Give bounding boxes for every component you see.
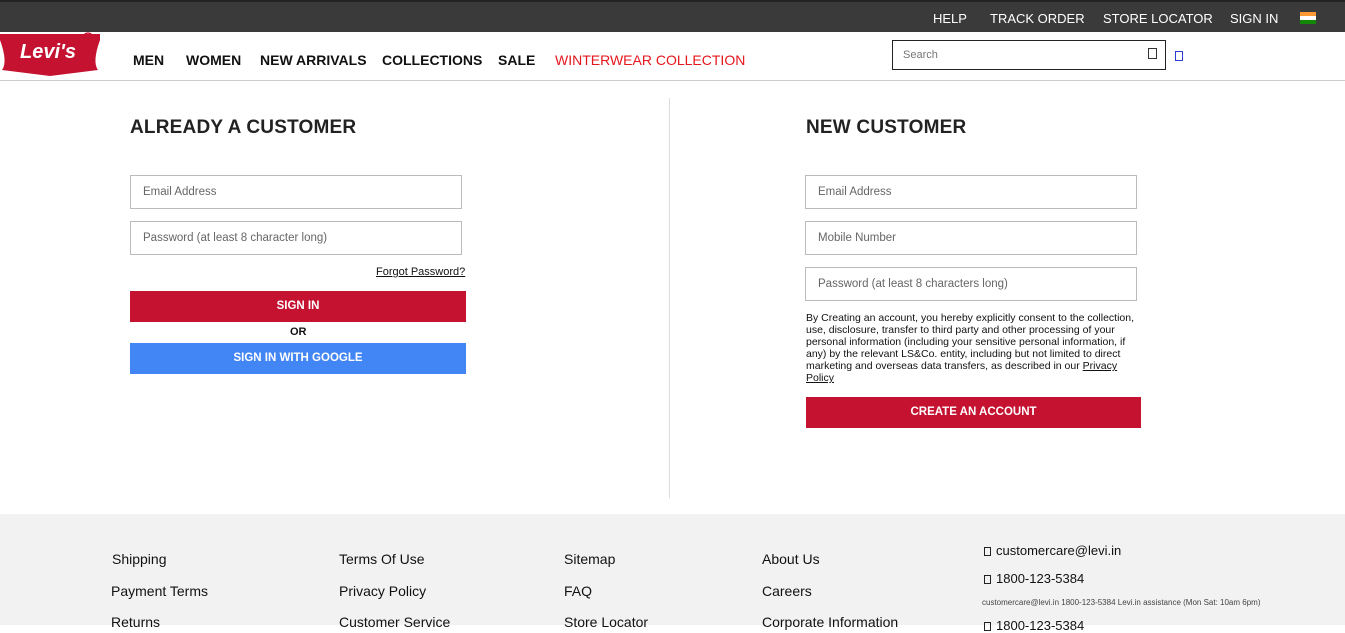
nav-winterwear-collection[interactable]: WINTERWEAR COLLECTION [555,52,745,68]
footer-phone2-text: 1800-123-5384 [996,618,1085,633]
footer: Shipping Payment Terms Returns Terms Of … [0,514,1345,633]
register-mobile-field [805,221,1137,255]
footer-link-payment-terms[interactable]: Payment Terms [111,583,208,599]
register-email-input[interactable] [806,176,1136,208]
footer-phone-text: 1800-123-5384 [996,571,1085,586]
main-header: Levi's MEN WOMEN NEW ARRIVALS COLLECTION… [0,32,1345,81]
register-email-field [805,175,1137,209]
nav-women[interactable]: WOMEN [186,52,241,68]
footer-link-terms-of-use[interactable]: Terms Of Use [339,551,425,567]
footer-link-shipping[interactable]: Shipping [112,551,167,567]
footer-link-about-us[interactable]: About Us [762,551,820,567]
sign-in-link[interactable]: SIGN IN [1230,11,1278,26]
consent-text: By Creating an account, you hereby expli… [806,312,1146,384]
create-account-button[interactable]: CREATE AN ACCOUNT [806,397,1141,428]
login-email-field [130,175,462,209]
login-title: ALREADY A CUSTOMER [130,117,357,138]
footer-email[interactable]: customercare@levi.in [984,543,1121,558]
login-email-input[interactable] [131,176,461,208]
register-mobile-input[interactable] [806,222,1136,254]
search-box [892,40,1166,70]
nav-sale[interactable]: SALE [498,52,535,68]
email-icon [984,547,991,557]
google-sign-in-button[interactable]: SIGN IN WITH GOOGLE [130,343,466,374]
footer-link-careers[interactable]: Careers [762,583,812,599]
register-title: NEW CUSTOMER [806,117,967,138]
footer-email-text: customercare@levi.in [996,543,1122,558]
store-locator-link[interactable]: STORE LOCATOR [1103,11,1213,26]
footer-link-store-locator[interactable]: Store Locator [564,614,648,630]
footer-link-privacy-policy[interactable]: Privacy Policy [339,583,426,599]
logo-wordmark: Levi's [20,41,76,63]
footer-assistance-text: customercare@levi.in 1800-123-5384 Levi.… [982,598,1261,607]
help-link[interactable]: HELP [933,11,967,26]
login-password-field [130,221,462,255]
register-password-input[interactable] [806,268,1136,300]
nav-men[interactable]: MEN [133,52,164,68]
footer-phone[interactable]: 1800-123-5384 [984,571,1084,586]
cart-icon[interactable] [1175,51,1183,61]
sign-in-button[interactable]: SIGN IN [130,291,466,322]
footer-link-corporate-information[interactable]: Corporate Information [762,614,898,630]
or-separator: OR [290,326,307,338]
nav-new-arrivals[interactable]: NEW ARRIVALS [260,52,367,68]
top-bar: HELP TRACK ORDER STORE LOCATOR SIGN IN [0,0,1345,32]
track-order-link[interactable]: TRACK ORDER [990,11,1085,26]
nav-collections[interactable]: COLLECTIONS [382,52,482,68]
column-divider [669,98,670,498]
footer-link-faq[interactable]: FAQ [564,583,592,599]
search-input[interactable] [893,41,1133,69]
search-icon[interactable] [1148,48,1157,59]
register-password-field [805,267,1137,301]
phone-icon [984,575,991,585]
footer-link-customer-service[interactable]: Customer Service [339,614,450,630]
footer-phone-2[interactable]: 1800-123-5384 [984,618,1084,633]
phone-icon [984,622,991,632]
levis-logo[interactable]: Levi's [0,32,100,78]
footer-link-returns[interactable]: Returns [111,614,160,630]
forgot-password-link[interactable]: Forgot Password? [376,266,465,278]
footer-link-sitemap[interactable]: Sitemap [564,551,615,567]
login-password-input[interactable] [131,222,461,254]
india-flag-icon[interactable] [1300,12,1316,24]
